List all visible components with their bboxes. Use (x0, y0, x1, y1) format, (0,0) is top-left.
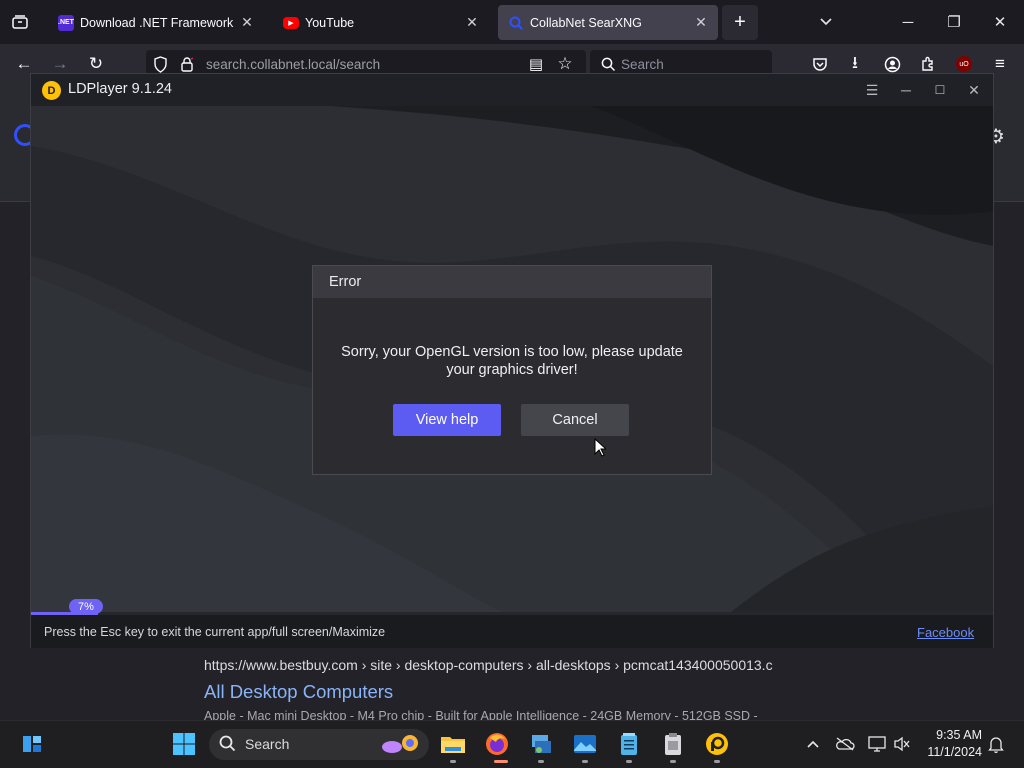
close-tab-icon[interactable]: ✕ (461, 14, 483, 31)
firefox-icon[interactable] (482, 730, 512, 758)
close-tab-icon[interactable]: ✕ (236, 14, 258, 31)
notepad-icon[interactable] (614, 730, 644, 758)
list-all-tabs-icon[interactable] (803, 8, 849, 36)
running-indicator (450, 760, 456, 763)
result-url[interactable]: https://www.bestbuy.com › site › desktop… (204, 657, 773, 673)
start-windows-icon[interactable] (169, 730, 199, 758)
view-help-button[interactable]: View help (393, 404, 501, 436)
ldplayer-close-icon[interactable]: ✕ (957, 78, 991, 102)
cancel-button[interactable]: Cancel (521, 404, 629, 436)
tab-label: Download .NET Framework 4.8... (80, 15, 236, 30)
onedrive-offline-icon[interactable] (833, 732, 857, 756)
ldplayer-title: LDPlayer 9.1.24 (68, 81, 172, 97)
tab-label: CollabNet SearXNG (530, 15, 642, 30)
error-dialog: Error Sorry, your OpenGL version is too … (312, 265, 712, 475)
network-app-icon[interactable] (526, 730, 556, 758)
tab-label: YouTube (305, 15, 355, 30)
ldplayer-minimize-icon[interactable]: ─ (889, 78, 923, 102)
clock-time[interactable]: 9:35 AM (930, 728, 982, 742)
file-explorer-icon[interactable] (438, 730, 468, 758)
dotnet-favicon-icon: .NET (58, 14, 74, 31)
dialog-message: Sorry, your OpenGL version is too low, p… (341, 344, 683, 378)
dialog-header[interactable] (313, 266, 711, 298)
running-indicator (626, 760, 632, 763)
tab-searxng[interactable]: CollabNet SearXNG ✕ (498, 5, 718, 40)
tab-dotnet[interactable]: .NET Download .NET Framework 4.8... ✕ (48, 5, 264, 40)
facebook-link[interactable]: Facebook (917, 625, 974, 640)
display-icon[interactable] (865, 732, 889, 756)
youtube-favicon-icon: ▶ (283, 16, 299, 29)
search-placeholder[interactable]: Search (621, 57, 664, 72)
new-tab-button[interactable]: + (722, 5, 758, 40)
url-text[interactable]: search.collabnet.local/search (206, 57, 380, 72)
ldplayer-taskbar-icon[interactable] (702, 730, 732, 758)
result-title-link[interactable]: All Desktop Computers (204, 681, 393, 703)
active-indicator (494, 760, 508, 763)
running-indicator (538, 760, 544, 763)
widgets-icon[interactable] (17, 730, 47, 758)
taskbar-search-icon (219, 735, 236, 757)
taskbar-search-label[interactable]: Search (245, 736, 289, 752)
progress-percent-badge: 7% (69, 599, 103, 614)
notifications-bell-icon[interactable] (984, 732, 1008, 756)
close-window-icon[interactable]: ✕ (977, 8, 1023, 36)
mouse-cursor-icon (594, 437, 608, 462)
progress-track (31, 612, 993, 615)
tab-youtube[interactable]: ▶ YouTube ✕ (273, 5, 489, 40)
search-highlight-icon (378, 732, 424, 756)
show-hidden-icons-chevron-icon[interactable] (801, 732, 825, 756)
restore-window-icon[interactable]: ❐ (931, 8, 977, 36)
volume-muted-icon[interactable] (890, 732, 914, 756)
ldplayer-menu-icon[interactable]: ☰ (855, 78, 889, 102)
result-url-path: › site › desktop-computers › all-desktop… (357, 657, 773, 673)
clock-date[interactable]: 11/1/2024 (924, 745, 982, 759)
result-snippet: Apple - Mac mini Desktop - M4 Pro chip -… (204, 709, 758, 720)
ldplayer-maximize-icon[interactable]: ☐ (923, 78, 957, 102)
result-url-host[interactable]: https://www.bestbuy.com (204, 657, 358, 673)
clipboard-app-icon[interactable] (658, 730, 688, 758)
photos-icon[interactable] (570, 730, 600, 758)
close-tab-icon[interactable]: ✕ (690, 14, 712, 31)
running-indicator (582, 760, 588, 763)
searxng-favicon-icon (508, 15, 524, 31)
ldplayer-logo-icon: D (42, 81, 61, 100)
minimize-window-icon[interactable]: ─ (885, 8, 931, 36)
esc-hint-text: Press the Esc key to exit the current ap… (44, 625, 386, 639)
dialog-title: Error (329, 274, 362, 290)
ldplayer-titlebar[interactable] (31, 74, 993, 106)
running-indicator (714, 760, 720, 763)
running-indicator (670, 760, 676, 763)
tab-manager-icon[interactable] (6, 8, 34, 36)
